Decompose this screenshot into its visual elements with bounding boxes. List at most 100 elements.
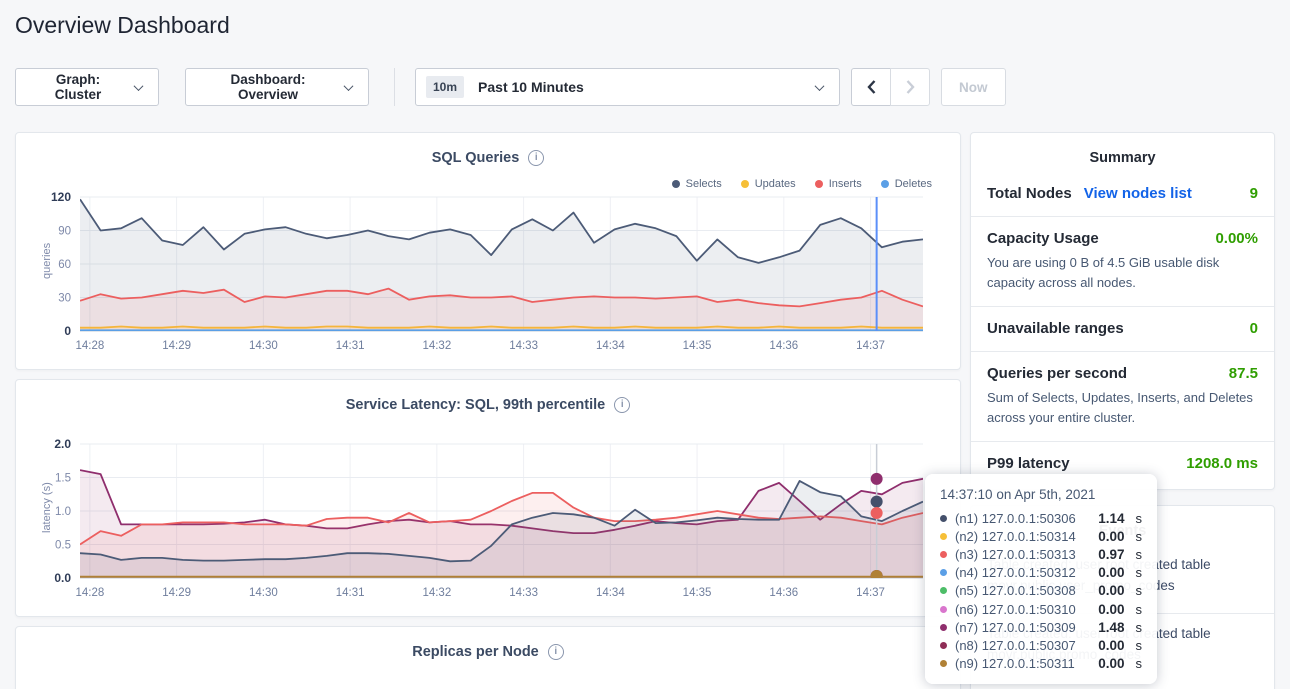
tooltip-row: (n2) 127.0.0.1:50314 0.00 s bbox=[940, 527, 1142, 545]
node-color-dot bbox=[940, 533, 947, 540]
node-label: (n9) 127.0.0.1:50311 bbox=[955, 656, 1075, 671]
svg-text:14:37: 14:37 bbox=[856, 340, 885, 352]
tooltip-row: (n5) 127.0.0.1:503080.00s bbox=[940, 582, 1142, 600]
stat-label: Queries per second bbox=[987, 365, 1127, 382]
node-value-unit: s bbox=[1136, 565, 1143, 580]
dashboard-dropdown[interactable]: Dashboard: Overview bbox=[185, 68, 369, 106]
graph-dropdown-label: Graph: Cluster bbox=[32, 72, 124, 102]
info-icon[interactable]: i bbox=[528, 150, 544, 166]
stat-value: 0 bbox=[1250, 320, 1258, 337]
svg-text:14:28: 14:28 bbox=[75, 587, 104, 599]
summary-panel: Summary Total Nodes View nodes list 9 Ca… bbox=[970, 132, 1275, 490]
svg-text:14:29: 14:29 bbox=[162, 587, 191, 599]
svg-text:14:32: 14:32 bbox=[422, 587, 451, 599]
legend-dot bbox=[881, 180, 889, 188]
legend-item-inserts[interactable]: Inserts bbox=[815, 178, 862, 190]
now-button[interactable]: Now bbox=[941, 68, 1006, 106]
node-value: 0.00 bbox=[1098, 656, 1124, 671]
node-value: 1.14 bbox=[1098, 511, 1124, 526]
chart-title: SQL Queries i bbox=[16, 133, 960, 166]
legend-dot bbox=[815, 180, 823, 188]
svg-text:14:34: 14:34 bbox=[596, 340, 625, 352]
node-value-unit: s bbox=[1136, 656, 1143, 671]
controls-bar: Graph: Cluster Dashboard: Overview 10m P… bbox=[0, 68, 1290, 106]
tooltip-timestamp: 14:37:10 on Apr 5th, 2021 bbox=[940, 487, 1142, 502]
service-latency-chart[interactable]: 0.00.51.01.52.014:2814:2914:3014:3114:32… bbox=[20, 438, 936, 614]
legend-dot bbox=[741, 180, 749, 188]
graph-dropdown[interactable]: Graph: Cluster bbox=[15, 68, 159, 106]
node-color-dot bbox=[940, 587, 947, 594]
sql-queries-chart[interactable]: 030609012014:2814:2914:3014:3114:3214:33… bbox=[20, 191, 936, 367]
service-latency-panel: Service Latency: SQL, 99th percentile i … bbox=[15, 379, 961, 617]
node-label: (n4) 127.0.0.1:50312 bbox=[955, 565, 1076, 580]
replicas-per-node-panel: Replicas per Node i bbox=[15, 626, 961, 689]
tooltip-row: (n7) 127.0.0.1:503091.48s bbox=[940, 618, 1142, 636]
chevron-down-icon bbox=[815, 81, 825, 91]
time-back-button[interactable] bbox=[851, 68, 891, 106]
legend-item-deletes[interactable]: Deletes bbox=[881, 178, 932, 190]
node-label: (n2) 127.0.0.1:50314 bbox=[955, 529, 1076, 544]
legend-label: Selects bbox=[686, 178, 722, 190]
node-color-dot bbox=[940, 660, 947, 667]
info-icon[interactable]: i bbox=[548, 644, 564, 660]
stat-label: Total Nodes bbox=[987, 185, 1072, 202]
svg-text:30: 30 bbox=[58, 293, 71, 305]
legend-item-selects[interactable]: Selects bbox=[672, 178, 722, 190]
stat-label: Capacity Usage bbox=[987, 230, 1099, 247]
svg-text:0: 0 bbox=[64, 324, 71, 338]
info-icon[interactable]: i bbox=[614, 397, 630, 413]
svg-text:0.0: 0.0 bbox=[54, 571, 71, 585]
node-color-dot bbox=[940, 569, 947, 576]
chart-title: Replicas per Node i bbox=[16, 627, 960, 660]
tooltip-row: (n8) 127.0.0.1:503070.00s bbox=[940, 636, 1142, 654]
svg-text:90: 90 bbox=[58, 226, 71, 238]
time-forward-button[interactable] bbox=[890, 68, 930, 106]
stat-value: 87.5 bbox=[1229, 365, 1258, 382]
chart-title-text: Service Latency: SQL, 99th percentile bbox=[346, 397, 606, 413]
node-value: 1.48 bbox=[1098, 620, 1124, 635]
node-color-dot bbox=[940, 642, 947, 649]
svg-text:14:31: 14:31 bbox=[336, 587, 365, 599]
overview-dashboard-page: Overview Dashboard Graph: Cluster Dashbo… bbox=[0, 0, 1290, 689]
view-nodes-list-link[interactable]: View nodes list bbox=[1084, 185, 1192, 202]
node-value-unit: s bbox=[1136, 529, 1143, 544]
svg-text:14:35: 14:35 bbox=[683, 587, 712, 599]
time-range-label: Past 10 Minutes bbox=[478, 79, 584, 95]
svg-text:14:36: 14:36 bbox=[769, 587, 798, 599]
node-value: 0.00 bbox=[1098, 529, 1124, 544]
node-label: (n6) 127.0.0.1:50310 bbox=[955, 602, 1076, 617]
tooltip-rows: (n1) 127.0.0.1:503061.14s(n2) 127.0.0.1:… bbox=[940, 509, 1142, 673]
node-color-dot bbox=[940, 551, 947, 558]
node-color-dot bbox=[940, 624, 947, 631]
svg-text:120: 120 bbox=[51, 191, 71, 204]
legend-item-updates[interactable]: Updates bbox=[741, 178, 796, 190]
chevron-down-icon bbox=[344, 81, 354, 91]
stat-total-nodes: Total Nodes View nodes list 9 bbox=[971, 172, 1274, 216]
legend-label: Deletes bbox=[895, 178, 932, 190]
svg-text:14:35: 14:35 bbox=[683, 340, 712, 352]
dashboard-dropdown-label: Dashboard: Overview bbox=[202, 72, 334, 102]
svg-text:14:29: 14:29 bbox=[162, 340, 191, 352]
svg-text:2.0: 2.0 bbox=[54, 438, 71, 451]
chart-title-text: SQL Queries bbox=[432, 150, 520, 166]
time-range-dropdown[interactable]: 10m Past 10 Minutes bbox=[415, 68, 840, 106]
stat-value: 0.00% bbox=[1215, 230, 1258, 247]
svg-text:1.5: 1.5 bbox=[55, 473, 71, 485]
legend-label: Inserts bbox=[829, 178, 862, 190]
svg-text:14:32: 14:32 bbox=[422, 340, 451, 352]
chevron-down-icon bbox=[134, 81, 144, 91]
node-value-unit: s bbox=[1136, 511, 1143, 526]
node-value: 0.00 bbox=[1098, 583, 1124, 598]
node-label: (n5) 127.0.0.1:50308 bbox=[955, 583, 1076, 598]
stat-queries-per-second: Queries per second 87.5 Sum of Selects, … bbox=[971, 351, 1274, 441]
node-value-unit: s bbox=[1136, 547, 1143, 562]
svg-text:0.5: 0.5 bbox=[55, 540, 71, 552]
node-value: 0.00 bbox=[1098, 602, 1124, 617]
legend-label: Updates bbox=[755, 178, 796, 190]
tooltip-row: (n9) 127.0.0.1:50311 0.00 s bbox=[940, 655, 1142, 673]
chart-title-text: Replicas per Node bbox=[412, 644, 539, 660]
chevron-left-icon bbox=[866, 79, 877, 95]
stat-label: P99 latency bbox=[987, 455, 1070, 472]
tooltip-row: (n4) 127.0.0.1:503120.00s bbox=[940, 564, 1142, 582]
chart-hover-tooltip: 14:37:10 on Apr 5th, 2021 (n1) 127.0.0.1… bbox=[925, 474, 1157, 684]
